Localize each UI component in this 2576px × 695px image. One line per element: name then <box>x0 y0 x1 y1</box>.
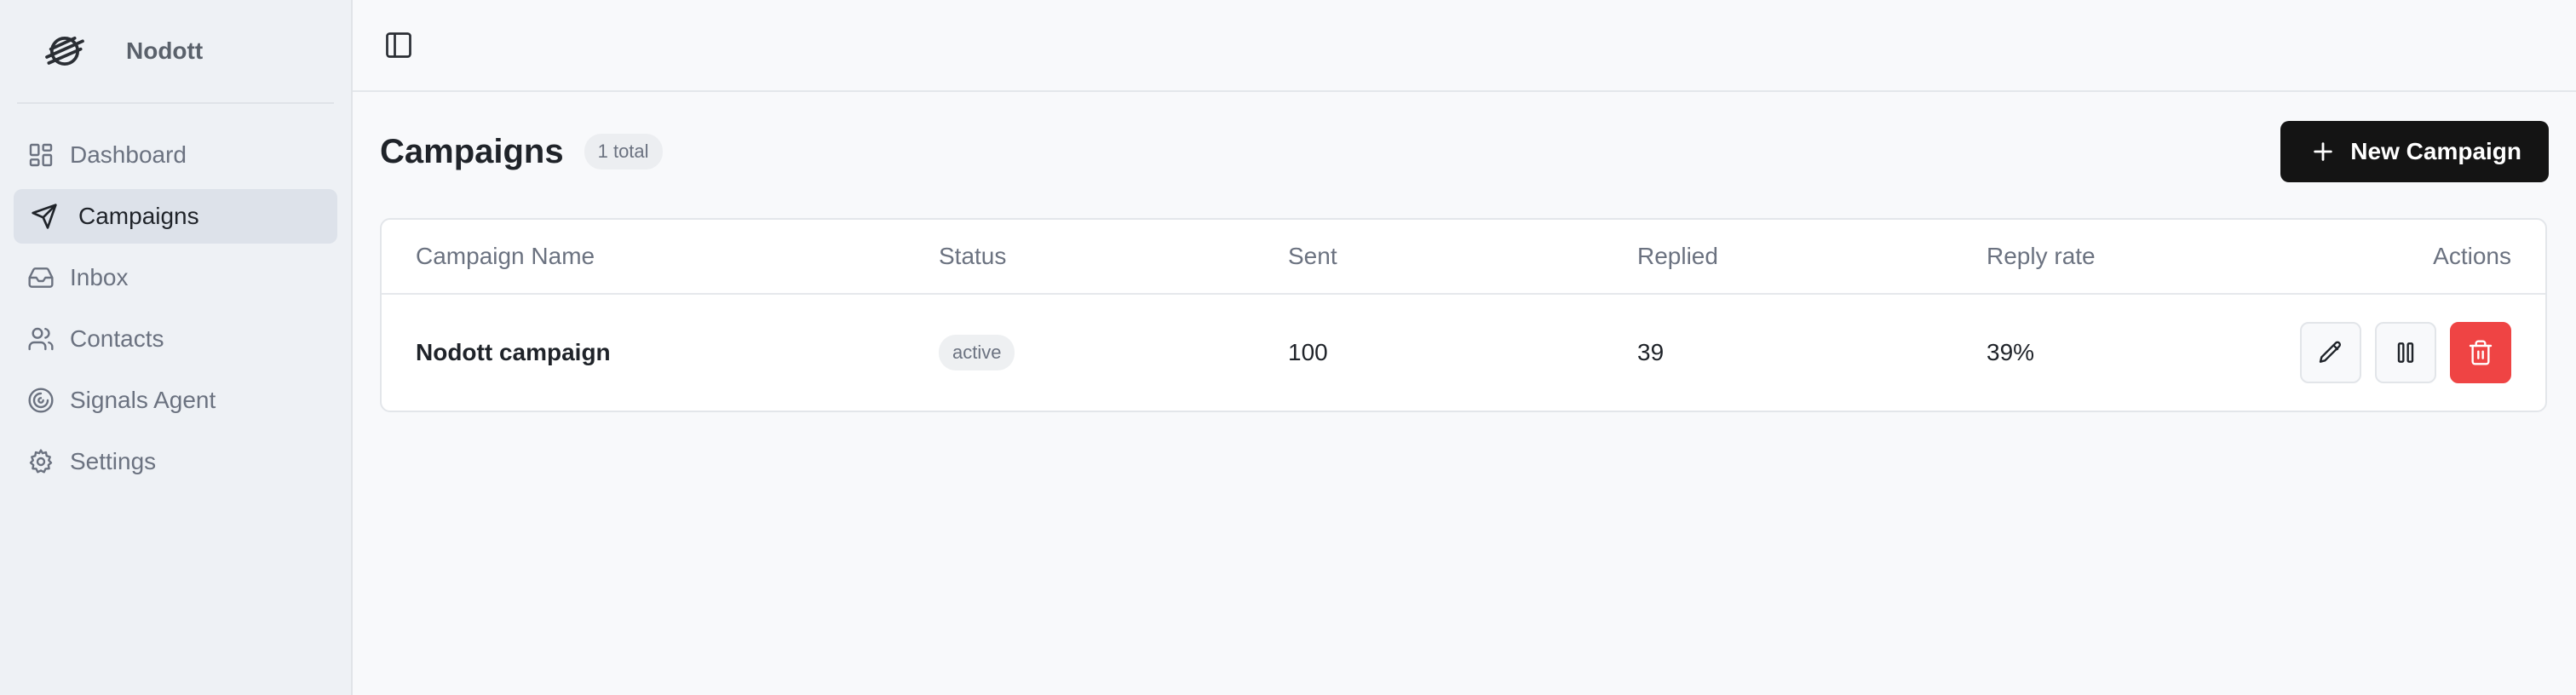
sidebar-toggle-icon[interactable] <box>383 30 414 60</box>
row-actions <box>2290 322 2511 383</box>
column-header-reply-rate: Reply rate <box>1987 243 2096 269</box>
sidebar: Nodott Dashboard Campaigns Inbox Contact… <box>0 0 353 695</box>
trash-icon <box>2469 340 2493 365</box>
dashboard-icon <box>29 143 53 167</box>
column-header-status: Status <box>939 243 1007 269</box>
sidebar-item-contacts[interactable]: Contacts <box>14 312 337 366</box>
campaign-name[interactable]: Nodott campaign <box>416 339 939 366</box>
sidebar-item-label: Dashboard <box>70 141 187 168</box>
brand: Nodott <box>17 0 334 104</box>
pause-icon <box>2397 342 2414 363</box>
title-wrap: Campaigns 1 total <box>380 133 663 171</box>
sidebar-nav: Dashboard Campaigns Inbox Contacts Signa… <box>14 128 337 489</box>
sidebar-item-label: Signals Agent <box>70 387 216 413</box>
campaigns-table: Campaign Name Status Sent Replied Reply … <box>380 218 2547 412</box>
users-icon <box>28 327 54 351</box>
new-campaign-label: New Campaign <box>2350 138 2521 164</box>
reply-rate: 39% <box>1987 339 2035 365</box>
sidebar-item-label: Campaigns <box>78 203 199 229</box>
inbox-icon <box>28 267 54 288</box>
main-area: Campaigns 1 total New Campaign Campaign … <box>353 0 2576 695</box>
sidebar-item-inbox[interactable]: Inbox <box>14 250 337 305</box>
column-header-replied: Replied <box>1637 243 1718 269</box>
column-header-actions: Actions <box>2433 243 2511 269</box>
page-title: Campaigns <box>380 132 564 170</box>
sidebar-item-campaigns[interactable]: Campaigns <box>14 189 337 244</box>
content: Campaigns 1 total New Campaign Campaign … <box>353 92 2576 412</box>
sidebar-item-label: Contacts <box>70 325 164 352</box>
pencil-icon <box>2319 341 2342 363</box>
page-header: Campaigns 1 total New Campaign <box>380 119 2549 184</box>
brand-name: Nodott <box>126 37 204 64</box>
delete-button[interactable] <box>2450 322 2511 383</box>
sidebar-item-label: Inbox <box>70 264 129 290</box>
new-campaign-button[interactable]: New Campaign <box>2280 121 2549 182</box>
column-header-sent: Sent <box>1288 243 1337 269</box>
table-row[interactable]: Nodott campaign active 100 39 39% <box>382 295 2545 411</box>
sent-count: 100 <box>1288 339 1328 365</box>
replied-count: 39 <box>1637 339 1665 365</box>
logo-icon <box>45 36 84 66</box>
count-badge: 1 total <box>584 134 663 169</box>
app-root: Nodott Dashboard Campaigns Inbox Contact… <box>0 0 2576 695</box>
sidebar-item-signals-agent[interactable]: Signals Agent <box>14 373 337 428</box>
status-cell: active <box>939 335 1288 370</box>
sidebar-item-dashboard[interactable]: Dashboard <box>14 128 337 182</box>
column-header-name: Campaign Name <box>416 243 595 269</box>
signal-icon <box>28 388 54 413</box>
gear-icon <box>29 449 53 474</box>
send-icon <box>32 204 57 229</box>
pause-button[interactable] <box>2375 322 2436 383</box>
status-badge: active <box>939 335 1015 370</box>
table-header: Campaign Name Status Sent Replied Reply … <box>382 220 2545 295</box>
plus-icon <box>2314 142 2333 161</box>
edit-button[interactable] <box>2300 322 2361 383</box>
sidebar-item-settings[interactable]: Settings <box>14 434 337 489</box>
topbar <box>353 0 2576 92</box>
sidebar-item-label: Settings <box>70 448 157 474</box>
